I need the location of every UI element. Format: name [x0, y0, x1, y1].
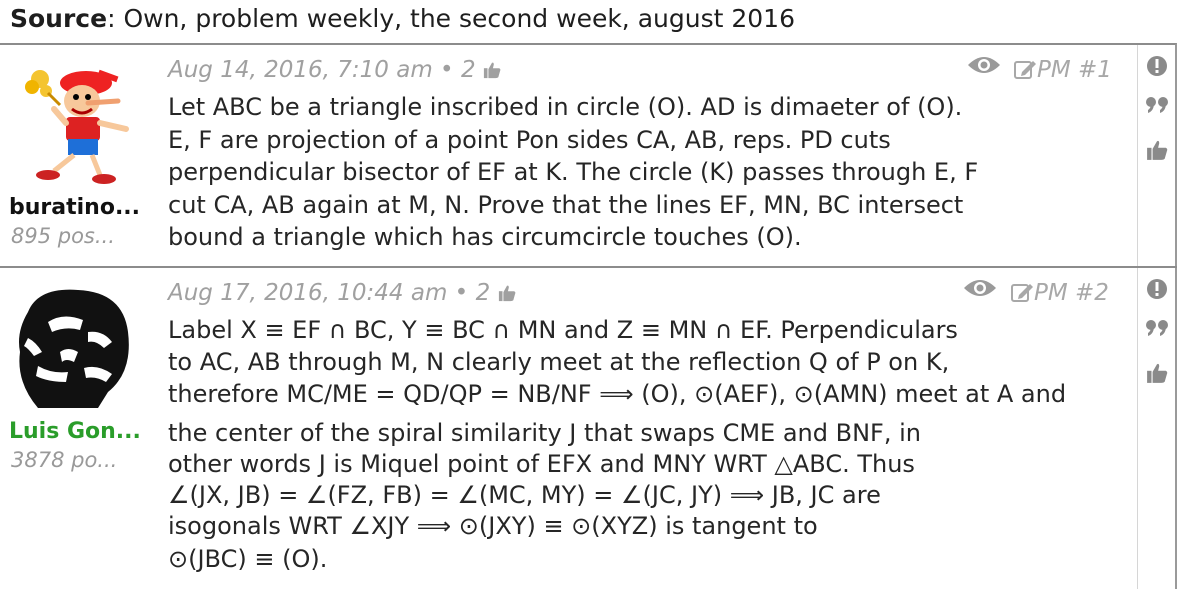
like-count: 2 — [460, 57, 476, 83]
post-date: Aug 14, 2016, 7:10 am — [168, 57, 433, 83]
post-text-line: cut CA, AB again at M, N. Prove that the… — [168, 191, 964, 219]
post-text-line: to AC, AB through M, N clearly meet at t… — [168, 348, 950, 376]
post-meta: Aug 17, 2016, 10:44 am • 2 — [168, 280, 516, 306]
edit-icon — [1013, 57, 1037, 83]
post: buratino... 895 pos... Aug 14, 2016, 7:1… — [0, 45, 1177, 268]
post-meta: Aug 14, 2016, 7:10 am • 2 — [168, 57, 501, 83]
thumbs-up-icon — [490, 280, 515, 306]
source-label: Source — [10, 4, 108, 33]
post-count: 895 pos... — [11, 224, 115, 248]
post-text-line: therefore MC/ME = QD/QP = NB/NF ⟹ (O), ⊙… — [168, 380, 1067, 408]
thumbs-up-icon — [476, 57, 501, 83]
username[interactable]: Luis Gon... — [9, 419, 141, 444]
post-text-line: Let ABC be a triangle inscribed in circl… — [168, 93, 963, 121]
post-number: #1 — [1078, 57, 1112, 83]
post-actions — [1137, 45, 1175, 266]
report-icon[interactable] — [1138, 55, 1175, 81]
eye-icon[interactable] — [966, 53, 1002, 81]
post-text-line: isogonals WRT ∠XJY ⟹ ⊙(JXY) ≡ ⊙(XYZ) is … — [168, 512, 818, 540]
report-icon[interactable] — [1138, 278, 1175, 304]
like-count: 2 — [475, 280, 491, 306]
eye-icon[interactable] — [962, 276, 998, 304]
source-text: : Own, problem weekly, the second week, … — [107, 4, 795, 33]
post-text-line: the center of the spiral similarity J th… — [168, 419, 921, 447]
post-text-line: Label X ≡ EF ∩ BC, Y ≡ BC ∩ MN and Z ≡ M… — [168, 316, 958, 344]
quote-icon[interactable] — [1138, 318, 1175, 342]
pm-label: PM — [1037, 57, 1071, 83]
thumbs-up-icon[interactable] — [1138, 139, 1175, 165]
post-text-line: E, F are projection of a point Pon sides… — [168, 126, 891, 154]
thumbs-up-icon[interactable] — [1138, 362, 1175, 388]
post-text-line: ∠(JX, JB) = ∠(FZ, FB) = ∠(MC, MY) = ∠(JC… — [168, 481, 881, 509]
post-text-line: perpendicular bisector of EF at K. The c… — [168, 158, 979, 186]
source-line: Source: Own, problem weekly, the second … — [10, 4, 795, 33]
post-date: Aug 17, 2016, 10:44 am — [168, 280, 448, 306]
post-count: 3878 po... — [11, 448, 118, 472]
pm-label: PM — [1034, 280, 1068, 306]
post-text-line: ⊙(JBC) ≡ (O). — [168, 545, 328, 573]
avatar[interactable] — [8, 57, 138, 185]
quote-icon[interactable] — [1138, 95, 1175, 119]
post: Luis Gon... 3878 po... Aug 17, 2016, 10:… — [0, 268, 1177, 589]
post-actions — [1137, 268, 1175, 589]
edit-icon — [1010, 280, 1034, 306]
avatar[interactable] — [8, 282, 138, 410]
post-number: #2 — [1075, 280, 1109, 306]
post-text-line: other words J is Miquel point of EFX and… — [168, 450, 915, 478]
pm-link[interactable]: PM #2 — [1010, 280, 1109, 306]
username[interactable]: buratino... — [9, 195, 140, 220]
pm-link[interactable]: PM #1 — [1013, 57, 1112, 83]
post-text-line: bound a triangle which has circumcircle … — [168, 223, 802, 251]
